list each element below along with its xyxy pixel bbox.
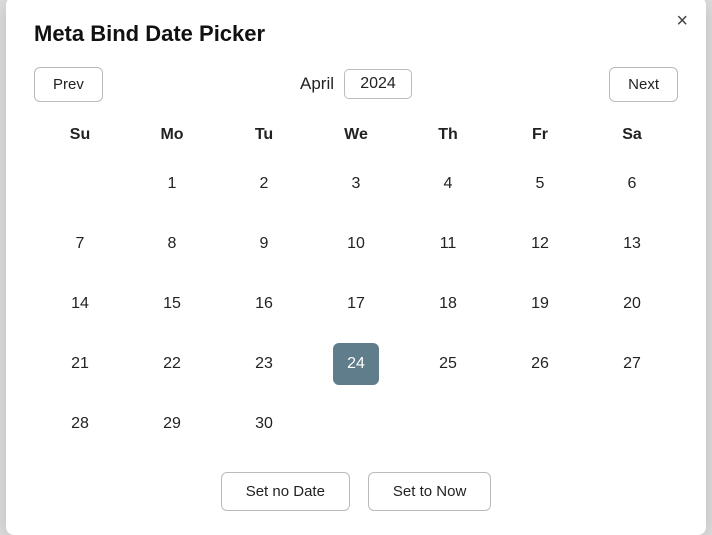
set-to-now-button[interactable]: Set to Now — [368, 472, 491, 511]
calendar-table: SuMoTuWeThFrSa 1234567891011121314151617… — [34, 118, 678, 454]
weekday-header: We — [310, 118, 402, 154]
day-number[interactable]: 4 — [425, 163, 471, 205]
calendar-week-row: 28 29 30 — [34, 394, 678, 454]
weekday-header: Fr — [494, 118, 586, 154]
day-number[interactable]: 21 — [57, 343, 103, 385]
calendar-day-cell[interactable]: 29 — [126, 394, 218, 454]
calendar-day-cell[interactable]: 9 — [218, 214, 310, 274]
day-number[interactable]: 6 — [609, 163, 655, 205]
weekday-header: Th — [402, 118, 494, 154]
calendar-day-cell[interactable]: 20 — [586, 274, 678, 334]
calendar-day-cell — [586, 394, 678, 454]
date-picker-modal: × Meta Bind Date Picker Prev April Next … — [6, 0, 706, 535]
set-no-date-button[interactable]: Set no Date — [221, 472, 350, 511]
weekday-header: Tu — [218, 118, 310, 154]
day-number[interactable]: 5 — [517, 163, 563, 205]
calendar-header: SuMoTuWeThFrSa — [34, 118, 678, 154]
calendar-day-cell[interactable]: 4 — [402, 154, 494, 214]
day-number[interactable]: 28 — [57, 403, 103, 445]
day-number[interactable]: 3 — [333, 163, 379, 205]
close-button[interactable]: × — [676, 11, 688, 31]
day-number[interactable]: 12 — [517, 223, 563, 265]
calendar-day-cell[interactable]: 7 — [34, 214, 126, 274]
calendar-day-cell[interactable]: 30 — [218, 394, 310, 454]
day-number[interactable]: 26 — [517, 343, 563, 385]
day-number[interactable]: 29 — [149, 403, 195, 445]
weekday-header: Sa — [586, 118, 678, 154]
calendar-body: 1234567891011121314151617181920212223242… — [34, 154, 678, 454]
calendar-day-cell[interactable]: 6 — [586, 154, 678, 214]
calendar-day-cell[interactable]: 21 — [34, 334, 126, 394]
year-input[interactable] — [344, 69, 412, 99]
calendar-day-cell[interactable]: 8 — [126, 214, 218, 274]
weekday-header: Su — [34, 118, 126, 154]
day-number[interactable]: 22 — [149, 343, 195, 385]
calendar-day-cell[interactable]: 1 — [126, 154, 218, 214]
calendar-day-cell[interactable]: 26 — [494, 334, 586, 394]
day-number[interactable]: 23 — [241, 343, 287, 385]
calendar-week-row: 1 2 3 4 5 6 — [34, 154, 678, 214]
day-number[interactable]: 15 — [149, 283, 195, 325]
selected-day[interactable]: 24 — [333, 343, 379, 385]
calendar-day-cell[interactable]: 5 — [494, 154, 586, 214]
month-label: April — [300, 74, 334, 94]
calendar-day-cell[interactable]: 11 — [402, 214, 494, 274]
calendar-day-cell[interactable]: 2 — [218, 154, 310, 214]
day-number[interactable]: 9 — [241, 223, 287, 265]
day-number[interactable]: 17 — [333, 283, 379, 325]
calendar-day-cell[interactable]: 3 — [310, 154, 402, 214]
month-year-display: April — [300, 69, 412, 99]
calendar-actions: Set no Date Set to Now — [34, 472, 678, 511]
modal-overlay: × Meta Bind Date Picker Prev April Next … — [0, 0, 712, 531]
day-number[interactable]: 10 — [333, 223, 379, 265]
day-number[interactable]: 18 — [425, 283, 471, 325]
day-number[interactable]: 25 — [425, 343, 471, 385]
calendar-day-cell[interactable]: 10 — [310, 214, 402, 274]
calendar-day-cell — [34, 154, 126, 214]
day-number[interactable]: 2 — [241, 163, 287, 205]
day-number[interactable]: 19 — [517, 283, 563, 325]
calendar-day-cell[interactable]: 22 — [126, 334, 218, 394]
calendar-day-cell — [494, 394, 586, 454]
calendar-day-cell[interactable]: 23 — [218, 334, 310, 394]
calendar-day-cell[interactable]: 18 — [402, 274, 494, 334]
day-number[interactable]: 30 — [241, 403, 287, 445]
calendar-week-row: 21 22 23 24 25 26 27 — [34, 334, 678, 394]
calendar-day-cell[interactable]: 24 — [310, 334, 402, 394]
day-number[interactable]: 7 — [57, 223, 103, 265]
modal-title: Meta Bind Date Picker — [34, 21, 678, 47]
day-number[interactable]: 14 — [57, 283, 103, 325]
calendar-day-cell[interactable]: 28 — [34, 394, 126, 454]
day-number[interactable]: 16 — [241, 283, 287, 325]
prev-button[interactable]: Prev — [34, 67, 103, 102]
calendar-day-cell — [310, 394, 402, 454]
day-number[interactable]: 11 — [425, 223, 471, 265]
calendar-day-cell[interactable]: 15 — [126, 274, 218, 334]
calendar-day-cell[interactable]: 12 — [494, 214, 586, 274]
calendar-day-cell[interactable]: 27 — [586, 334, 678, 394]
calendar-nav: Prev April Next — [34, 67, 678, 102]
calendar-day-cell[interactable]: 16 — [218, 274, 310, 334]
day-number[interactable]: 8 — [149, 223, 195, 265]
next-button[interactable]: Next — [609, 67, 678, 102]
calendar-day-cell[interactable]: 14 — [34, 274, 126, 334]
calendar-day-cell — [402, 394, 494, 454]
day-number[interactable]: 20 — [609, 283, 655, 325]
calendar-week-row: 14 15 16 17 18 19 20 — [34, 274, 678, 334]
day-number[interactable]: 13 — [609, 223, 655, 265]
weekday-header: Mo — [126, 118, 218, 154]
day-number[interactable]: 1 — [149, 163, 195, 205]
day-number[interactable]: 27 — [609, 343, 655, 385]
calendar-week-row: 7 8 9 10 11 12 13 — [34, 214, 678, 274]
calendar-day-cell[interactable]: 17 — [310, 274, 402, 334]
calendar-day-cell[interactable]: 13 — [586, 214, 678, 274]
calendar-day-cell[interactable]: 25 — [402, 334, 494, 394]
calendar-day-cell[interactable]: 19 — [494, 274, 586, 334]
